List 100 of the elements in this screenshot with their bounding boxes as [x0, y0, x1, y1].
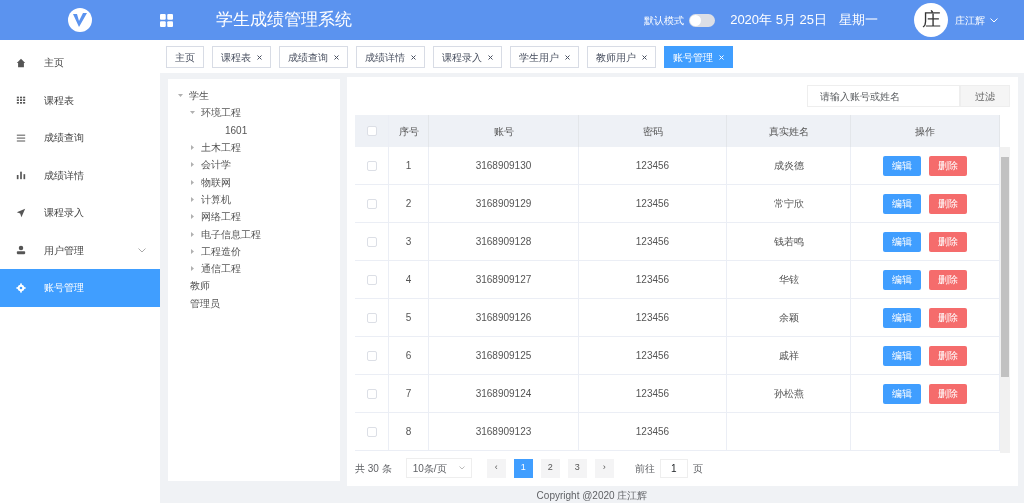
caret-right-icon[interactable]	[190, 266, 195, 272]
tree-node[interactable]: 通信工程	[201, 261, 241, 277]
search-field[interactable]: 请输入账号或姓名	[807, 85, 960, 107]
sidebar-item[interactable]: 课程表	[0, 81, 160, 119]
tab[interactable]: 课程录入	[433, 46, 502, 68]
row-checkbox[interactable]	[366, 426, 377, 437]
home-icon	[16, 57, 26, 68]
chevron-down-icon[interactable]	[990, 17, 998, 23]
tab[interactable]: 教师用户	[587, 46, 656, 68]
table-cell-text: 华铉	[778, 273, 799, 287]
table-cell-text: 3168909126	[475, 311, 532, 325]
weekday-text: 星期一	[839, 11, 878, 30]
table-cell-text: 123456	[635, 425, 670, 439]
tab[interactable]: 学生用户	[510, 46, 579, 68]
table-cell-text: 123456	[635, 311, 670, 325]
tree-node[interactable]: 学生	[189, 88, 209, 104]
caret-down-icon[interactable]	[190, 110, 195, 116]
sidebar-item[interactable]: 成绩查询	[0, 119, 160, 157]
table-cell-text: 123456	[635, 273, 670, 287]
tree-node[interactable]: 电子信息工程	[201, 226, 261, 242]
close-icon[interactable]	[411, 54, 416, 60]
page-button[interactable]: 2	[540, 458, 560, 478]
page-size-select[interactable]: 10条/页	[405, 458, 472, 478]
table-cell-text: 1	[405, 159, 412, 173]
app-title: 学生成绩管理系统	[216, 9, 352, 32]
row-checkbox[interactable]	[366, 160, 377, 171]
menu-grid-icon[interactable]	[160, 13, 173, 27]
tree-node[interactable]: 网络工程	[201, 209, 241, 225]
row-checkbox[interactable]	[366, 312, 377, 323]
row-checkbox[interactable]	[366, 198, 377, 209]
avatar[interactable]: 庄	[914, 3, 948, 37]
tab[interactable]: 课程表	[212, 46, 271, 68]
tree-node[interactable]: 环境工程	[201, 105, 241, 121]
caret-right-icon[interactable]	[190, 214, 195, 220]
total-count: 共 30 条	[355, 461, 392, 476]
caret-right-icon[interactable]	[190, 196, 195, 202]
next-page-button[interactable]: ›	[594, 458, 614, 478]
tree-node[interactable]: 1601	[225, 122, 248, 138]
table-cell-text: 3168909129	[475, 197, 532, 211]
tab[interactable]: 主页	[166, 46, 204, 68]
table-cell-text: 常宁欣	[773, 197, 804, 211]
caret-down-icon[interactable]	[178, 93, 183, 99]
sidebar-item[interactable]: 用户管理	[0, 231, 160, 269]
close-icon[interactable]	[488, 54, 493, 60]
table-cell-text: 5	[405, 311, 412, 325]
caret-right-icon[interactable]	[190, 231, 195, 237]
caret-right-icon[interactable]	[190, 248, 195, 254]
close-icon[interactable]	[334, 54, 339, 60]
mode-label: 默认模式	[644, 13, 685, 28]
table-cell-text: 6	[405, 349, 412, 363]
select-all-checkbox[interactable]	[366, 126, 377, 136]
table-cell-text: 钱若鸣	[773, 235, 804, 249]
prev-page-button[interactable]: ‹	[486, 458, 506, 478]
tree-node[interactable]: 土木工程	[201, 140, 241, 156]
tree-node[interactable]: 会计学	[201, 157, 231, 173]
table-cell-text: 3168909124	[475, 387, 532, 401]
tree-node[interactable]: 物联网	[201, 174, 231, 190]
caret-right-icon[interactable]	[190, 162, 195, 168]
date-text: 2020年 5月 25日	[730, 11, 827, 30]
scrollbar[interactable]	[1000, 147, 1010, 453]
goto-page-field[interactable]: 1	[659, 458, 688, 478]
column-header: 密码	[642, 124, 663, 139]
table-cell-text: 余颖	[778, 311, 799, 325]
row-checkbox[interactable]	[366, 236, 377, 247]
close-icon[interactable]	[642, 54, 647, 60]
mode-switch[interactable]	[689, 13, 716, 27]
page-button[interactable]: 3	[567, 458, 587, 478]
column-header: 真实姓名	[768, 124, 809, 139]
grid-icon	[16, 95, 26, 106]
filter-button[interactable]: 过滤	[960, 85, 1010, 107]
row-checkbox[interactable]	[366, 274, 377, 285]
sidebar-item[interactable]: 课程录入	[0, 194, 160, 232]
tab[interactable]: 成绩详情	[356, 46, 425, 68]
table-cell-text: 孙松燕	[773, 387, 804, 401]
table-cell-text: 123456	[635, 197, 670, 211]
sidebar-item[interactable]: 主页	[0, 44, 160, 82]
table-cell-text: 戚祥	[778, 349, 799, 363]
table-cell-text: 3168909123	[475, 425, 532, 439]
sidebar-item[interactable]: 成绩详情	[0, 156, 160, 194]
tree-node[interactable]: 计算机	[201, 191, 231, 207]
goto-label: 前往	[634, 461, 655, 476]
close-icon[interactable]	[565, 54, 570, 60]
caret-right-icon[interactable]	[190, 179, 195, 185]
tree-node[interactable]: 工程造价	[201, 243, 241, 259]
tree-node[interactable]: 教师	[190, 278, 210, 294]
tree-node[interactable]: 管理员	[190, 295, 220, 311]
table-cell-text: 123456	[635, 349, 670, 363]
column-header: 账号	[493, 124, 514, 139]
row-checkbox[interactable]	[366, 388, 377, 399]
row-checkbox[interactable]	[366, 350, 377, 361]
table-cell-text: 123456	[635, 159, 670, 173]
tab[interactable]: 成绩查询	[279, 46, 348, 68]
table-cell-text: 3168909130	[475, 159, 532, 173]
caret-right-icon[interactable]	[190, 145, 195, 151]
paper-plane-icon	[16, 207, 26, 218]
table-cell-text: 123456	[635, 235, 670, 249]
close-icon[interactable]	[257, 54, 262, 60]
table-cell-text: 123456	[635, 387, 670, 401]
copyright-text: Copyright @2020 庄江辉	[536, 490, 648, 501]
page-unit-label: 页	[692, 461, 703, 476]
